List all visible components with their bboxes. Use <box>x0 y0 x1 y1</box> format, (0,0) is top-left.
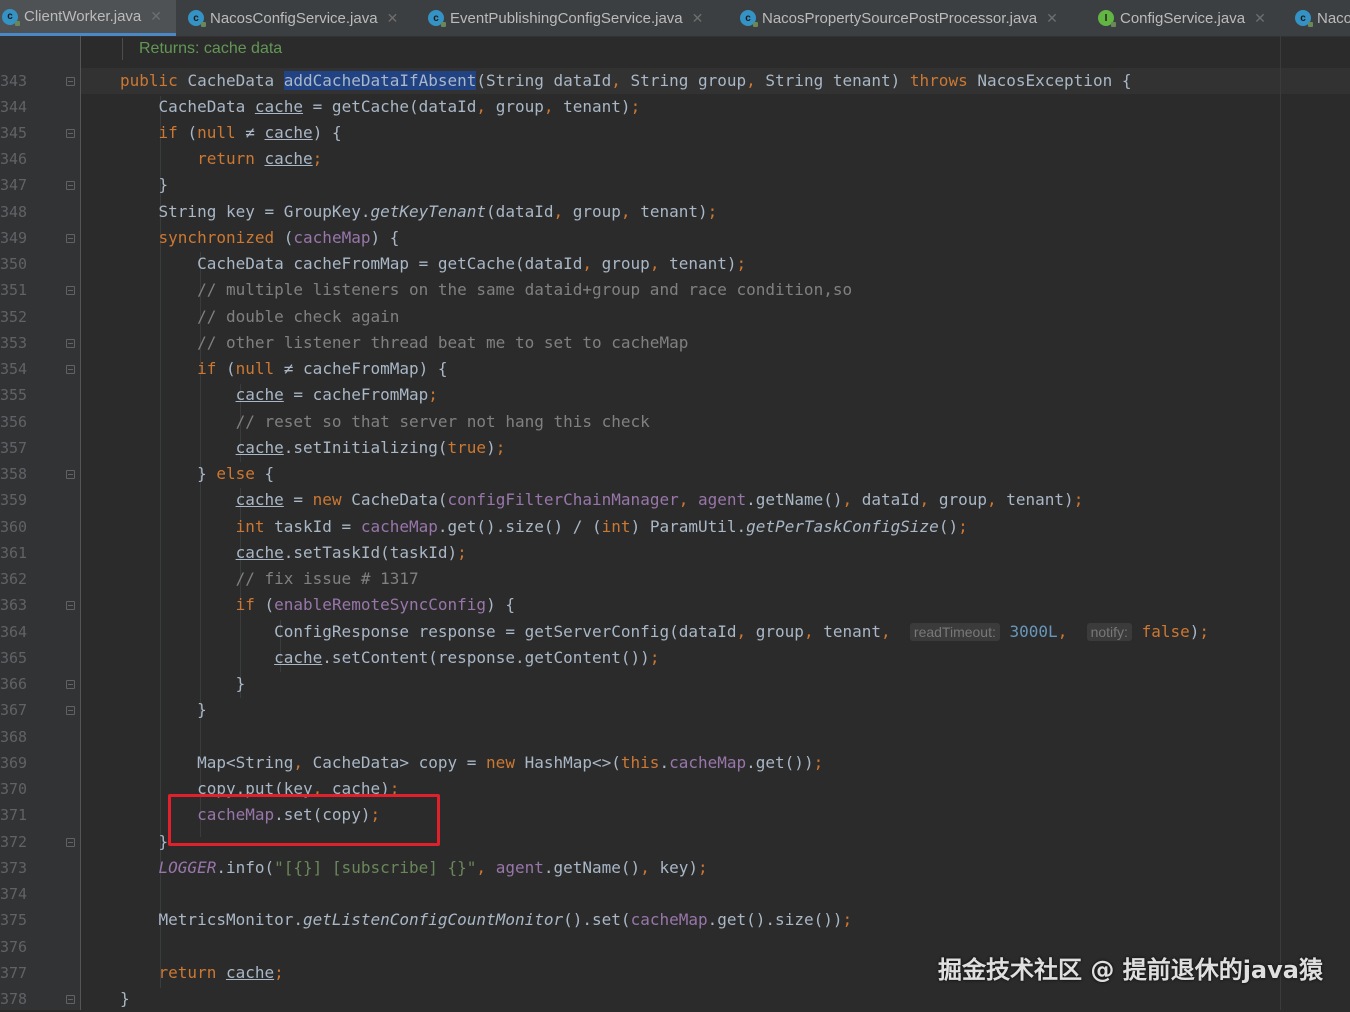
code-editor[interactable]: public CacheData addCacheDataIfAbsent(St… <box>0 0 1350 1010</box>
code-line-355[interactable]: cache = cacheFromMap; <box>120 382 438 408</box>
code-line-353[interactable]: // other listener thread beat me to set … <box>120 330 688 356</box>
code-line-358[interactable]: } else { <box>120 461 274 487</box>
code-line-347[interactable]: } <box>120 172 169 198</box>
code-line-372[interactable]: } <box>120 829 169 855</box>
code-line-362[interactable]: // fix issue # 1317 <box>120 566 419 592</box>
code-line-360[interactable]: int taskId = cacheMap.get().size() / (in… <box>120 514 968 540</box>
watermark: 掘金技术社区 @ 提前退休的java猿 <box>938 956 1323 984</box>
code-line-344[interactable]: CacheData cache = getCache(dataId, group… <box>120 94 641 120</box>
code-line-373[interactable]: LOGGER.info("[{}] [subscribe] {}", agent… <box>120 855 708 881</box>
code-line-365[interactable]: cache.setContent(response.getContent()); <box>120 645 659 671</box>
code-line-361[interactable]: cache.setTaskId(taskId); <box>120 540 467 566</box>
code-line-363[interactable]: if (enableRemoteSyncConfig) { <box>120 592 515 618</box>
inlay-hint-notify: notify: <box>1086 623 1132 641</box>
code-line-348[interactable]: String key = GroupKey.getKeyTenant(dataI… <box>120 199 718 225</box>
code-line-357[interactable]: cache.setInitializing(true); <box>120 435 506 461</box>
inlay-hint-read-timeout: readTimeout: <box>909 623 1000 641</box>
code-line-349[interactable]: synchronized (cacheMap) { <box>120 225 400 251</box>
code-line-356[interactable]: // reset so that server not hang this ch… <box>120 409 650 435</box>
code-line-345[interactable]: if (null ≠ cache) { <box>120 120 342 146</box>
code-line-369[interactable]: Map<String, CacheData> copy = new HashMa… <box>120 750 823 776</box>
code-line-364[interactable]: ConfigResponse response = getServerConfi… <box>120 619 1209 645</box>
code-line-366[interactable]: } <box>120 671 246 697</box>
code-line-375[interactable]: MetricsMonitor.getListenConfigCountMonit… <box>120 907 853 933</box>
code-line-350[interactable]: CacheData cacheFromMap = getCache(dataId… <box>120 251 746 277</box>
code-line-346[interactable]: return cache; <box>120 146 322 172</box>
code-line-378[interactable]: } <box>120 986 130 1012</box>
code-line-352[interactable]: // double check again <box>120 304 399 330</box>
highlight-annotation-box <box>168 794 440 846</box>
code-line-351[interactable]: // multiple listeners on the same dataid… <box>120 277 852 303</box>
code-line-367[interactable]: } <box>120 697 207 723</box>
code-line-354[interactable]: if (null ≠ cacheFromMap) { <box>120 356 447 382</box>
code-line-359[interactable]: cache = new CacheData(configFilterChainM… <box>120 487 1084 513</box>
code-line-377[interactable]: return cache; <box>120 960 284 986</box>
code-line-343[interactable]: public CacheData addCacheDataIfAbsent(St… <box>120 68 1131 94</box>
